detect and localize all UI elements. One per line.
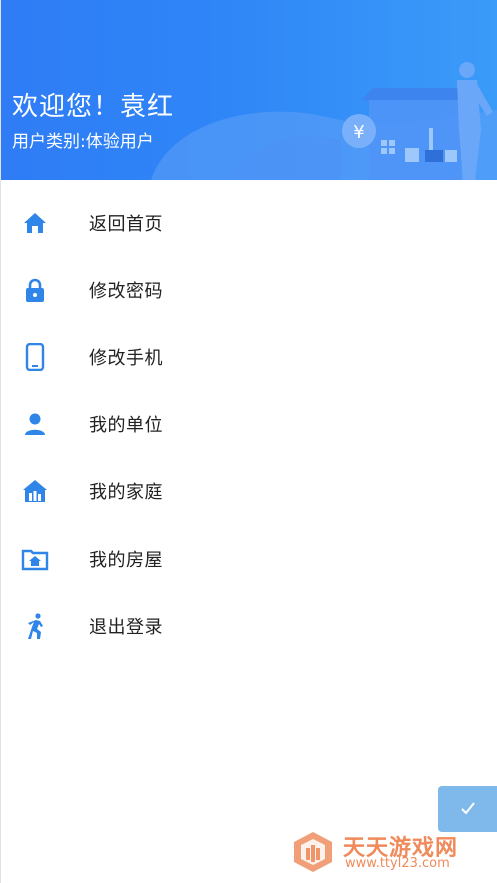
user-type-value: 体验用户 — [85, 132, 154, 152]
menu-item-change-phone[interactable]: 修改手机 — [1, 323, 497, 390]
drawer-menu: 返回首页 修改密码 修改手机 我的单位 我的家庭 我的房屋 退出登录 — [1, 189, 497, 659]
house-folder-icon — [21, 549, 49, 570]
menu-item-my-family[interactable]: 我的家庭 — [1, 458, 497, 525]
menu-item-my-house[interactable]: 我的房屋 — [1, 525, 497, 592]
menu-item-logout[interactable]: 退出登录 — [1, 592, 497, 659]
menu-item-my-unit[interactable]: 我的单位 — [1, 391, 497, 458]
menu-item-label: 修改密码 — [89, 280, 163, 302]
phone-icon — [25, 342, 45, 371]
menu-item-label: 我的家庭 — [89, 482, 163, 504]
menu-item-label: 退出登录 — [89, 616, 163, 638]
menu-item-change-password[interactable]: 修改密码 — [1, 256, 497, 323]
svg-text:¥: ¥ — [353, 122, 364, 143]
menu-item-label: 我的房屋 — [89, 549, 163, 571]
watermark-url: www.ttyl23.com — [345, 856, 450, 871]
user-name: 袁红 — [120, 92, 175, 122]
watermark-logo-icon — [294, 832, 332, 872]
lock-icon — [26, 278, 44, 302]
check-icon — [461, 802, 475, 815]
side-action-button[interactable] — [438, 786, 497, 832]
user-type: 用户类别:体验用户 — [12, 132, 154, 152]
menu-item-label: 修改手机 — [89, 347, 163, 369]
logout-icon — [28, 613, 43, 639]
drawer-header: ¥ 欢迎您！袁红 用户类别:体验用户 — [1, 0, 497, 180]
family-icon — [23, 480, 47, 503]
person-icon — [25, 413, 45, 436]
home-icon — [24, 212, 46, 233]
menu-item-home[interactable]: 返回首页 — [1, 189, 497, 256]
watermark: 天天游戏网 www.ttyl23.com — [291, 830, 481, 874]
menu-item-label: 返回首页 — [89, 213, 163, 235]
menu-item-label: 我的单位 — [89, 415, 163, 437]
welcome-text: 欢迎您！袁红 — [12, 92, 175, 122]
navigation-drawer: ¥ 欢迎您！袁红 用户类别:体验用户 返回首页 修改密码 修改手机 我的单位 我… — [0, 0, 497, 883]
